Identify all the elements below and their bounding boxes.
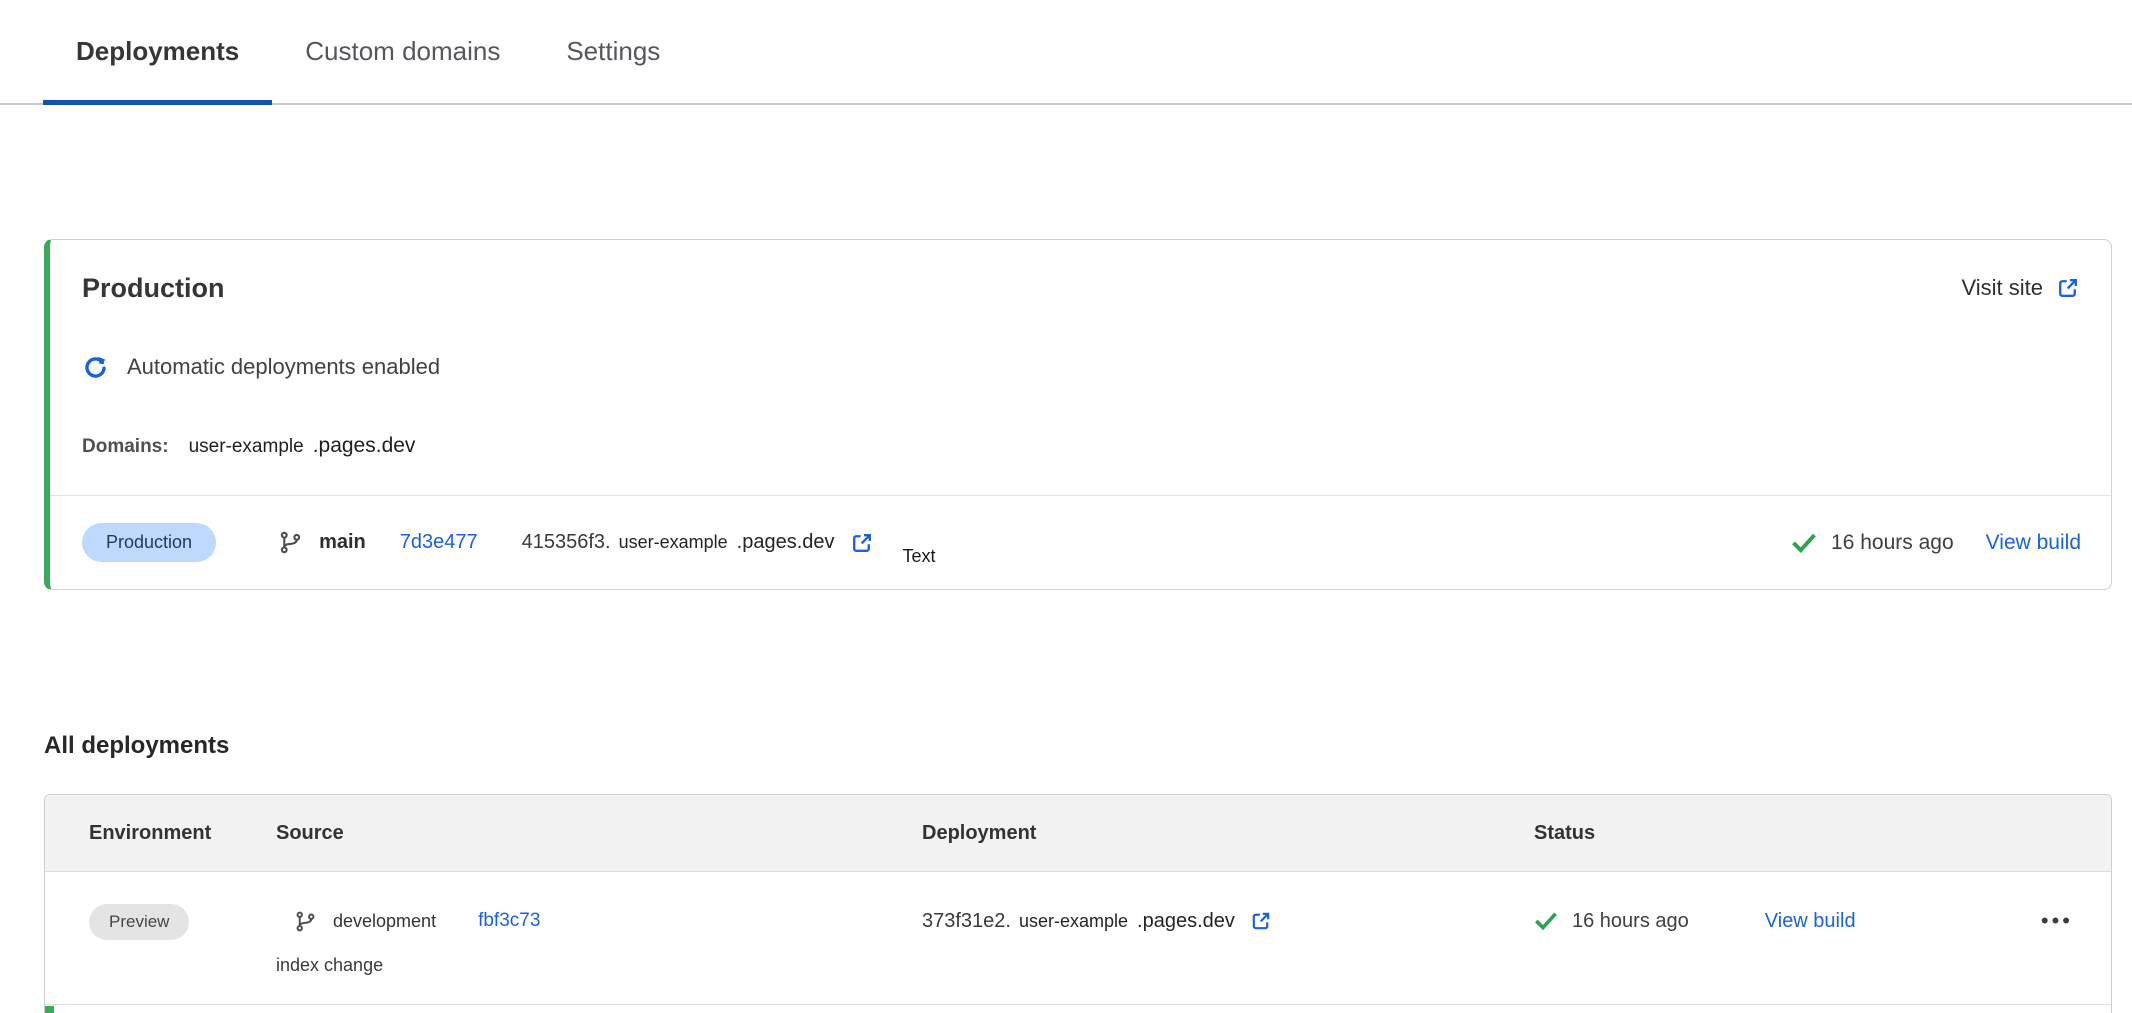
commit-message: index change — [276, 952, 922, 978]
column-deployment: Deployment — [922, 822, 1534, 845]
table-row: Preview development fbf3c73 index change — [45, 872, 2111, 1005]
branch-name: main — [319, 531, 366, 554]
git-branch-icon — [278, 530, 303, 555]
commit-link[interactable]: 7d3e477 — [400, 531, 478, 554]
table-header: Environment Source Deployment Status — [45, 795, 2111, 872]
visit-site-label: Visit site — [1961, 268, 2043, 308]
text-annotation: Text — [903, 546, 936, 567]
success-check-icon — [1791, 530, 1817, 556]
production-title: Production — [82, 268, 225, 308]
open-deployment-icon[interactable] — [849, 530, 875, 556]
refresh-icon — [82, 354, 109, 381]
production-deployment-row: Production main 7d3e477 415356f3. user-e… — [50, 496, 2111, 589]
deployment-domain-suffix: .pages.dev — [737, 531, 835, 554]
column-environment: Environment — [89, 822, 276, 845]
visit-site-link[interactable]: Visit site — [1961, 268, 2081, 308]
deployment-id: 373f31e2. — [922, 902, 1011, 940]
success-check-icon — [1534, 909, 1558, 933]
tab-custom-domains[interactable]: Custom domains — [272, 26, 533, 103]
view-build-link[interactable]: View build — [1986, 531, 2081, 555]
git-branch-icon — [294, 910, 317, 933]
domains-label: Domains: — [82, 433, 169, 461]
deployment-time: 16 hours ago — [1572, 902, 1689, 940]
tab-bar: Deployments Custom domains Settings — [0, 0, 2132, 105]
production-card: Production Visit site Automa — [44, 239, 2112, 590]
deployment-domain-name: user-example — [1019, 902, 1128, 940]
column-status: Status — [1534, 822, 2111, 845]
external-link-icon — [2055, 275, 2081, 301]
tab-deployments[interactable]: Deployments — [43, 26, 272, 103]
view-build-link[interactable]: View build — [1765, 902, 1856, 940]
deployment-time: 16 hours ago — [1831, 531, 1954, 555]
auto-deployments-text: Automatic deployments enabled — [127, 352, 440, 382]
domains-row: Domains: user-example .pages.dev — [82, 432, 2081, 461]
commit-link[interactable]: fbf3c73 — [478, 902, 540, 940]
deployment-domain-name: user-example — [619, 532, 728, 553]
production-domain-name: user-example — [189, 433, 304, 461]
open-deployment-icon[interactable] — [1249, 909, 1273, 933]
production-domain-suffix: .pages.dev — [313, 432, 416, 460]
more-options-menu[interactable]: ••• — [2041, 902, 2073, 940]
deployments-table: Environment Source Deployment Status Pre… — [44, 794, 2112, 1013]
auto-deployments-row: Automatic deployments enabled — [82, 352, 2081, 382]
deployment-id: 415356f3. — [522, 531, 611, 554]
deployment-domain-suffix: .pages.dev — [1137, 902, 1235, 940]
branch-name: development — [333, 902, 436, 940]
all-deployments-title: All deployments — [44, 730, 2132, 762]
environment-badge-production: Production — [82, 523, 216, 562]
column-source: Source — [276, 822, 922, 845]
environment-badge-preview: Preview — [89, 904, 189, 940]
tab-settings[interactable]: Settings — [533, 26, 693, 103]
